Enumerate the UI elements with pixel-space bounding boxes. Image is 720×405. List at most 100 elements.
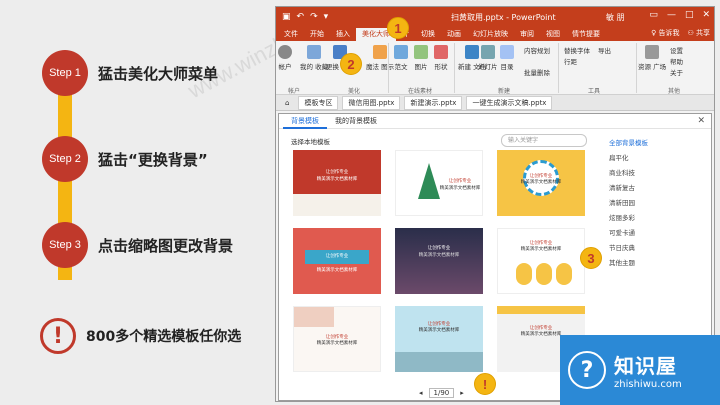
batch-delete-button[interactable]: 批量删除: [524, 67, 550, 77]
tab-insert[interactable]: 插入: [330, 28, 356, 41]
about-button[interactable]: 关于: [670, 67, 683, 77]
customize-icon[interactable]: ▾: [324, 12, 329, 22]
tab-storyboard[interactable]: 情节提要: [566, 28, 606, 41]
step-label: 猛击“更换背景”: [98, 150, 208, 169]
question-icon: ?: [568, 351, 606, 389]
template-thumbnail[interactable]: 让创作专业 精美演示文档素材库: [395, 306, 483, 372]
thumb-subtitle: 精美演示文档素材库: [520, 247, 562, 252]
site-logo: ? 知识屋 zhishiwu.com: [560, 335, 720, 405]
tab-transitions[interactable]: 切换: [415, 28, 441, 41]
step-2: Step 2 猛击“更换背景”: [42, 136, 208, 182]
category-item[interactable]: 节日庆典: [609, 241, 703, 256]
template-thumbnail[interactable]: 让创作专业 精美演示文档素材库: [293, 228, 381, 294]
tab-my-templates[interactable]: 我的背景模板: [327, 114, 385, 129]
divider: [636, 43, 637, 93]
thumb-subtitle: 精美演示文档素材库: [520, 180, 562, 185]
tell-me-input[interactable]: ♀ 告诉我: [651, 28, 679, 38]
ribbon-options-icon[interactable]: ▭: [649, 10, 658, 20]
maximize-icon[interactable]: □: [685, 10, 694, 20]
group-label: 其他: [668, 88, 681, 95]
fanwen-button[interactable]: 范文: [394, 45, 408, 71]
tab-file[interactable]: 文件: [278, 28, 304, 41]
fanwen-label: 范文: [394, 63, 408, 71]
category-item[interactable]: 清新田园: [609, 196, 703, 211]
close-icon[interactable]: ✕: [697, 116, 705, 126]
category-item[interactable]: 商业科技: [609, 166, 703, 181]
minimize-icon[interactable]: —: [667, 10, 676, 20]
share-button[interactable]: ⚇ 共享: [687, 28, 710, 38]
home-icon[interactable]: ⌂: [280, 98, 294, 108]
category-item[interactable]: 全部背景模板: [609, 136, 703, 151]
tab-home[interactable]: 开始: [304, 28, 330, 41]
resource-plaza-button[interactable]: 资源 广场: [638, 45, 666, 71]
tab-review[interactable]: 审阅: [514, 28, 540, 41]
picture-button[interactable]: 图片: [414, 45, 428, 71]
replace-font-label: 替换字体: [564, 47, 590, 55]
next-page-icon[interactable]: ▸: [460, 389, 464, 397]
template-thumbnail[interactable]: 让创作专业 精美演示文档素材库: [293, 150, 381, 216]
user-name[interactable]: 敏 朋: [606, 12, 625, 23]
category-list: 全部背景模板 扁平化 商业科技 清新复古 清新田园 炫丽多彩 可爱卡通 节日庆典…: [609, 136, 703, 271]
tab-animations[interactable]: 动画: [441, 28, 467, 41]
step-3: Step 3 点击缩略图更改背景: [42, 222, 233, 268]
doc-tab[interactable]: 一键生成演示文稿.pptx: [466, 95, 553, 110]
plaza-label: 资源 广场: [638, 63, 667, 71]
category-item[interactable]: 清新复古: [609, 181, 703, 196]
share-label: 共享: [696, 29, 710, 37]
doc-tab[interactable]: 微信用图.pptx: [342, 95, 401, 110]
tab-view[interactable]: 视图: [540, 28, 566, 41]
line-spacing-button[interactable]: 行距: [564, 56, 577, 66]
thumb-title: 让创作专业: [325, 254, 349, 259]
shape-button[interactable]: 形状: [434, 45, 448, 71]
logo-url: zhishiwu.com: [614, 379, 682, 390]
export-button[interactable]: 导出: [598, 45, 611, 55]
tab-background-templates[interactable]: 背景模板: [283, 114, 327, 129]
divider: [558, 43, 559, 93]
category-item[interactable]: 其他主题: [609, 256, 703, 271]
content-plan-button[interactable]: 内容规划: [524, 45, 550, 55]
content-plan-label: 内容规划: [524, 47, 550, 55]
my-fav-button[interactable]: 我的 收藏: [300, 45, 328, 71]
account-button[interactable]: 帐户: [278, 45, 292, 71]
slides-button[interactable]: 幻灯片: [478, 45, 498, 71]
group-label: 帐户: [288, 88, 301, 95]
toc-button[interactable]: 目录: [500, 45, 514, 71]
help-button[interactable]: 帮助: [670, 56, 683, 66]
search-input[interactable]: 输入关键字: [501, 134, 587, 147]
page-indicator[interactable]: 1/90: [428, 388, 455, 398]
tip-label: 800多个精选模板任你选: [86, 329, 242, 345]
divider: [388, 43, 389, 93]
template-thumbnail[interactable]: 让创作专业 精美演示文档素材库: [293, 306, 381, 372]
category-item[interactable]: 扁平化: [609, 151, 703, 166]
group-label: 工具: [588, 88, 601, 95]
replace-font-button[interactable]: 替换字体: [564, 45, 590, 55]
template-thumbnail[interactable]: 让创作专业 精美演示文档素材库: [395, 150, 483, 216]
choose-local-template-link[interactable]: 选择本地模板: [291, 136, 330, 146]
callout-badge: 1: [387, 17, 409, 39]
template-thumbnail[interactable]: 让创作专业 精美演示文档素材库: [497, 150, 585, 216]
ribbon-tabs: 文件 开始 插入 美化大师 计 切换 动画 幻灯片放映 审阅 视图 情节提要 ♀…: [276, 27, 714, 41]
template-thumbnail[interactable]: 让创作专业 精美演示文档素材库: [497, 228, 585, 294]
prev-page-icon[interactable]: ◂: [419, 389, 423, 397]
magic-label: 魔法 图示: [366, 63, 395, 71]
category-item[interactable]: 炫丽多彩: [609, 211, 703, 226]
redo-icon[interactable]: ↷: [310, 12, 318, 22]
doc-tab[interactable]: 模板专区: [298, 95, 339, 110]
line-spacing-label: 行距: [564, 58, 577, 66]
group-label: 在线素材: [408, 88, 433, 95]
about-label: 关于: [670, 69, 683, 77]
undo-icon[interactable]: ↶: [297, 12, 305, 22]
template-thumbnail[interactable]: 让创作专业 精美演示文档素材库: [395, 228, 483, 294]
thumb-subtitle: 精美演示文档素材库: [316, 177, 358, 182]
category-item[interactable]: 可爱卡通: [609, 226, 703, 241]
tab-slideshow[interactable]: 幻灯片放映: [467, 28, 514, 41]
magic-diagram-button[interactable]: 魔法 图示: [366, 45, 394, 71]
save-icon[interactable]: ▣: [282, 12, 291, 22]
magic-icon: [373, 45, 388, 59]
slides-label: 幻灯片: [478, 63, 498, 71]
settings-button[interactable]: 设置: [670, 45, 683, 55]
close-icon[interactable]: ✕: [702, 10, 710, 20]
doc-tab[interactable]: 新建演示.pptx: [404, 95, 463, 110]
group-label: 美化: [348, 88, 361, 95]
callout-badge: 2: [340, 53, 362, 75]
